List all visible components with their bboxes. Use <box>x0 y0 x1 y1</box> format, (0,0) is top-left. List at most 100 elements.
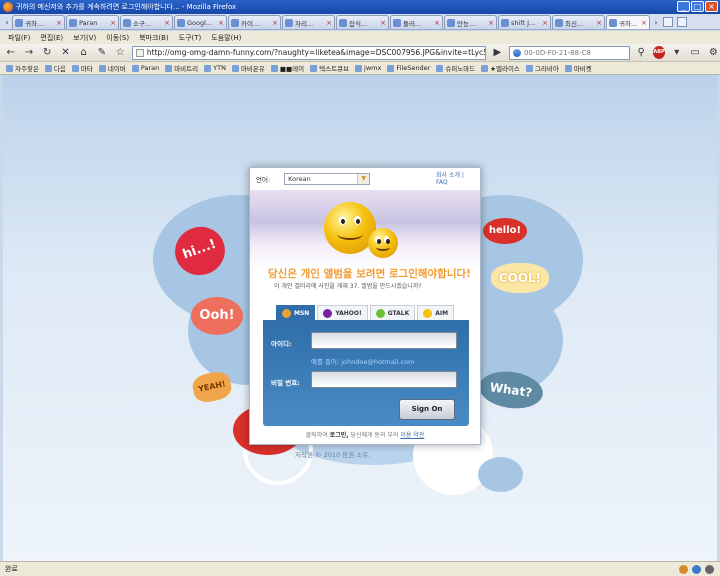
tab-close-icon[interactable]: × <box>110 19 116 27</box>
tab-msn[interactable]: MSN <box>276 305 316 320</box>
tab-close-icon[interactable]: × <box>596 19 602 27</box>
stop-icon[interactable]: ✕ <box>59 47 72 58</box>
page-menu-icon[interactable]: ▾ <box>670 47 683 58</box>
bookmark-icon <box>204 64 212 72</box>
tab-aim[interactable]: AIM <box>417 305 455 320</box>
menu-history[interactable]: 이동(S) <box>106 33 129 43</box>
password-input[interactable] <box>311 371 457 388</box>
url-bar[interactable]: http://omg-omg-damn-funny.com/?naughty=l… <box>131 45 486 60</box>
browser-tab[interactable]: 만능... × <box>444 15 497 29</box>
menu-edit[interactable]: 편집(E) <box>40 33 63 43</box>
bookmark-item[interactable]: ★멜라이스 <box>479 63 522 73</box>
menu-bookmarks[interactable]: 북마크(B) <box>139 33 169 43</box>
status-addon-icon[interactable] <box>705 564 714 574</box>
list-tabs-button[interactable] <box>677 17 687 27</box>
go-icon[interactable]: ▶ <box>491 47 504 58</box>
sign-on-button[interactable]: Sign On <box>399 399 455 420</box>
password-label: 비밀 번호: <box>271 379 300 387</box>
tab-scroll-left-icon[interactable]: ‹ <box>2 17 12 29</box>
language-select[interactable]: Korean ▼ <box>284 173 371 185</box>
bookmark-item[interactable]: 텍스트큐브 <box>308 63 351 73</box>
tab-label: 소구... <box>133 19 152 28</box>
bookmark-item[interactable]: FileSender <box>385 64 432 72</box>
browser-tab[interactable]: 잡식... × <box>336 15 389 29</box>
tab-close-icon[interactable]: × <box>488 19 494 27</box>
page-content: hi...! Ooh! YEAH! hello! COOL! What? 언어:… <box>3 75 717 561</box>
close-button[interactable]: × <box>705 1 718 12</box>
document-icon[interactable]: ▭ <box>688 47 701 58</box>
tab-close-icon[interactable]: × <box>434 19 440 27</box>
bookmark-item[interactable]: 자주찾은 <box>4 63 41 73</box>
home-icon[interactable]: ⌂ <box>77 47 90 58</box>
search-bar[interactable]: 00-0D-F0-21-88-C8 <box>508 45 630 60</box>
back-icon[interactable]: ← <box>4 47 17 58</box>
bookmark-item[interactable]: 네이버 <box>97 63 128 73</box>
new-tab-button[interactable] <box>663 17 673 27</box>
tools-icon[interactable]: ✎ <box>95 47 108 58</box>
id-input[interactable] <box>311 332 457 349</box>
bookmark-item[interactable]: jwmx <box>353 64 383 72</box>
bookmark-item[interactable]: 마타 <box>70 63 95 73</box>
about-faq-link[interactable]: 회사 소개 | FAQ <box>436 172 474 186</box>
tab-gtalk[interactable]: GTALK <box>369 305 416 320</box>
cool-speech-bubble: COOL! <box>491 263 549 293</box>
browser-tab[interactable]: 자리... × <box>282 15 335 29</box>
smiley-face-small-icon <box>368 228 398 258</box>
ooh-speech-bubble: Ooh! <box>191 297 243 335</box>
tab-yahoo[interactable]: YAHOO! <box>317 305 368 320</box>
browser-tab[interactable]: 카이... × <box>228 15 281 29</box>
bookmark-icon <box>481 64 489 72</box>
language-value: Korean <box>288 175 311 183</box>
browser-tab[interactable]: Googl... × <box>174 15 227 29</box>
status-addon-icon[interactable] <box>692 564 701 574</box>
bookmark-item[interactable]: YTN <box>202 64 228 72</box>
bookmark-item[interactable]: ■■레이 <box>269 63 306 73</box>
browser-tab[interactable]: 둘러... × <box>390 15 443 29</box>
search-icon[interactable]: ⚲ <box>635 47 648 58</box>
bookmark-icon <box>387 64 395 72</box>
minimize-button[interactable]: _ <box>677 1 690 12</box>
msn-logo-icon <box>282 308 291 318</box>
tab-close-icon[interactable]: × <box>164 19 170 27</box>
browser-tab-active[interactable]: 귀하... × <box>606 15 650 29</box>
bookmark-item[interactable]: 슈퍼노마드 <box>434 63 477 73</box>
browser-tab[interactable]: 소구... × <box>120 15 173 29</box>
wrench-icon[interactable]: ⚙ <box>707 47 720 58</box>
forward-icon[interactable]: → <box>22 47 35 58</box>
bookmark-item[interactable]: 마비켓 <box>563 63 594 73</box>
bookmark-item[interactable]: Paran <box>130 64 161 72</box>
terms-link[interactable]: 이용 약관 <box>400 432 424 439</box>
tab-close-icon[interactable]: × <box>380 19 386 27</box>
maximize-button[interactable]: □ <box>691 1 704 12</box>
bookmark-item[interactable]: 다음 <box>43 63 68 73</box>
bookmark-star-icon[interactable]: ☆ <box>114 47 127 58</box>
tab-close-icon[interactable]: × <box>56 19 62 27</box>
bookmark-item[interactable]: 그라비아 <box>524 63 561 73</box>
status-addon-icon[interactable] <box>679 564 688 574</box>
menu-file[interactable]: 파일(F) <box>8 33 30 43</box>
tab-close-icon[interactable]: × <box>272 19 278 27</box>
browser-tab[interactable]: 귀하... × <box>12 15 65 29</box>
browser-tab[interactable]: shift J... × <box>498 15 551 29</box>
browser-tab[interactable]: 최신... × <box>552 15 605 29</box>
login-dialog: 언어: Korean ▼ 회사 소개 | FAQ 당신은 개인 앨범을 보려면 … <box>249 167 481 445</box>
bookmark-icon <box>270 64 278 72</box>
tab-close-icon[interactable]: × <box>641 19 647 27</box>
smiley-banner <box>250 190 480 270</box>
menu-tools[interactable]: 도구(T) <box>179 33 202 43</box>
bookmark-item[interactable]: 마비온유 <box>230 63 267 73</box>
tab-label: 잡식... <box>349 19 368 28</box>
login-headline: 당신은 개인 앨범을 보려면 로그인해야합니다! <box>268 268 471 280</box>
bookmark-item[interactable]: 마비트리 <box>163 63 200 73</box>
tab-close-icon[interactable]: × <box>542 19 548 27</box>
menu-help[interactable]: 도움말(H) <box>211 33 241 43</box>
menu-view[interactable]: 보기(V) <box>73 33 96 43</box>
browser-tab[interactable]: Paran × <box>66 15 119 29</box>
reload-icon[interactable]: ↻ <box>41 47 54 58</box>
tab-label: 최신... <box>565 19 584 28</box>
tab-close-icon[interactable]: × <box>218 19 224 27</box>
tab-scroll-right-icon[interactable]: › <box>651 17 661 29</box>
tab-favicon-icon <box>555 18 563 27</box>
tab-close-icon[interactable]: × <box>326 19 332 27</box>
adblock-icon[interactable]: ABP <box>652 46 666 59</box>
